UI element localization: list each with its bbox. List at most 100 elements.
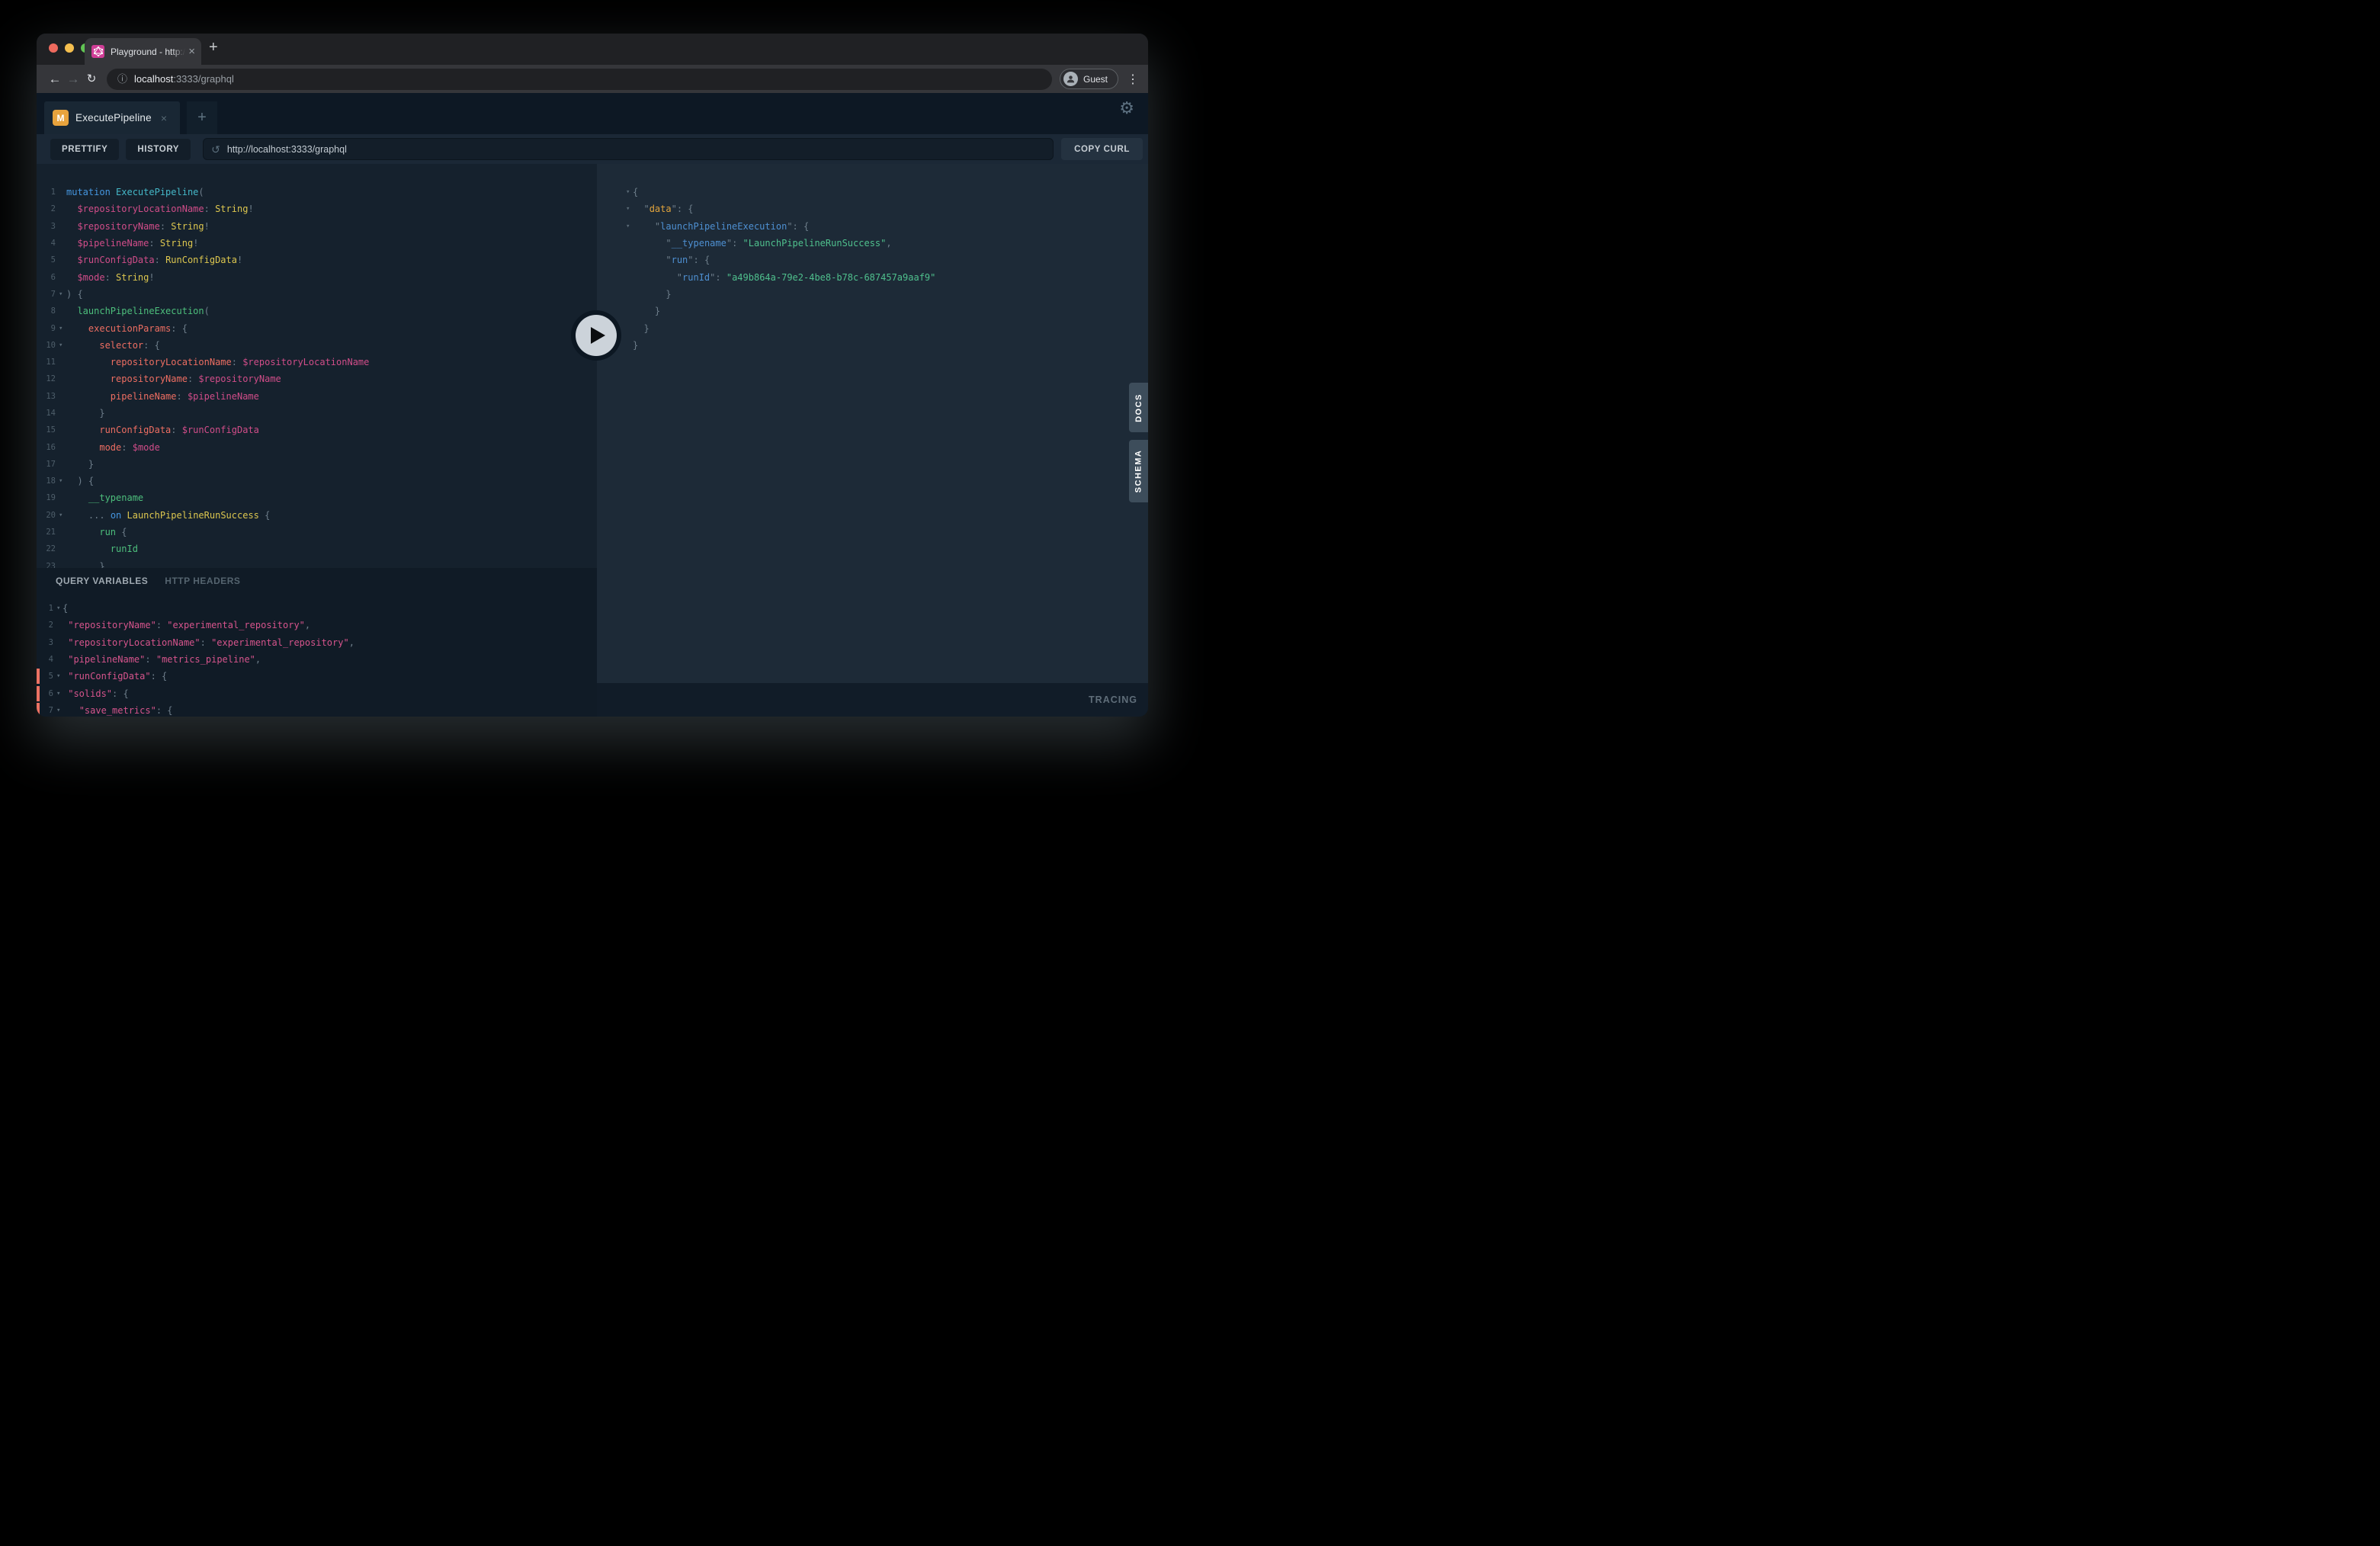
code-text: { xyxy=(63,603,68,614)
response-line: "__typename": "LaunchPipelineRunSuccess"… xyxy=(597,235,1148,252)
tab-query-variables[interactable]: QUERY VARIABLES xyxy=(56,576,148,586)
line-number: 23 xyxy=(37,562,56,568)
query-line: 19 __typename xyxy=(37,489,597,506)
back-icon[interactable]: ← xyxy=(46,72,64,85)
line-number: 1 xyxy=(37,188,56,197)
browser-tab[interactable]: Playground - http://localhost:3 × xyxy=(85,38,201,65)
fold-arrow-icon[interactable]: ▾ xyxy=(56,512,66,519)
address-url: localhost:3333/graphql xyxy=(134,73,234,85)
query-line: 14 } xyxy=(37,405,597,422)
docs-side-tab[interactable]: DOCS xyxy=(1129,383,1148,432)
query-editor[interactable]: 1mutation ExecutePipeline(2 $repositoryL… xyxy=(37,164,597,568)
code-text: mode: $mode xyxy=(66,442,160,453)
browser-menu-icon[interactable]: ⋮ xyxy=(1127,72,1139,87)
minimize-window-button[interactable] xyxy=(65,43,74,53)
code-text: } xyxy=(66,408,105,419)
line-number: 18 xyxy=(37,476,56,486)
variables-line: 5▾ "runConfigData": { xyxy=(37,668,597,685)
line-number: 22 xyxy=(37,544,56,553)
line-number: 19 xyxy=(37,493,56,502)
query-line: 17 } xyxy=(37,456,597,473)
query-line: 15 runConfigData: $runConfigData xyxy=(37,422,597,438)
prettify-button[interactable]: PRETTIFY xyxy=(50,139,119,160)
address-bar[interactable]: ⓘ localhost:3333/graphql xyxy=(107,69,1052,90)
fold-arrow-icon[interactable]: ▾ xyxy=(53,672,63,680)
code-text: __typename xyxy=(66,492,143,503)
browser-tab-strip: Playground - http://localhost:3 × + xyxy=(37,34,1148,65)
line-number: 12 xyxy=(37,374,56,383)
new-browser-tab-button[interactable]: + xyxy=(209,40,218,55)
code-text: "solids": { xyxy=(63,688,129,699)
code-text: "pipelineName": "metrics_pipeline", xyxy=(63,654,261,665)
query-line: 7▾) { xyxy=(37,286,597,303)
schema-side-tab[interactable]: SCHEMA xyxy=(1129,440,1148,502)
line-number: 4 xyxy=(37,239,56,248)
line-number: 15 xyxy=(37,425,56,435)
session-tab-close-icon[interactable]: × xyxy=(161,112,167,124)
session-tab-title: ExecutePipeline xyxy=(75,112,152,123)
settings-gear-icon[interactable]: ⚙ xyxy=(1119,100,1134,117)
response-line: } xyxy=(597,303,1148,319)
line-number: 3 xyxy=(37,222,56,231)
response-line: ▾{ xyxy=(597,184,1148,200)
session-tab-executepipeline[interactable]: M ExecutePipeline × xyxy=(44,101,180,134)
variables-line: 6▾ "solids": { xyxy=(37,685,597,701)
fold-arrow-icon[interactable]: ▾ xyxy=(626,205,633,213)
line-number: 8 xyxy=(37,306,56,316)
query-line: 21 run { xyxy=(37,524,597,540)
browser-toolbar: ← → ↻ ⓘ localhost:3333/graphql Guest ⋮ xyxy=(37,65,1148,93)
code-text: } xyxy=(633,323,650,334)
code-text: } xyxy=(66,561,105,568)
query-line: 11 repositoryLocationName: $repositoryLo… xyxy=(37,354,597,370)
fold-arrow-icon[interactable]: ▾ xyxy=(56,477,66,485)
query-line: 10▾ selector: { xyxy=(37,337,597,354)
line-number: 4 xyxy=(40,655,53,664)
mutation-badge: M xyxy=(53,110,69,126)
code-text: executionParams: { xyxy=(66,323,188,334)
endpoint-input[interactable]: ↺ http://localhost:3333/graphql xyxy=(203,138,1054,160)
history-button[interactable]: HISTORY xyxy=(126,139,191,160)
query-line: 2 $repositoryLocationName: String! xyxy=(37,200,597,217)
reload-icon[interactable]: ↻ xyxy=(82,73,101,85)
query-line: 20▾ ... on LaunchPipelineRunSuccess { xyxy=(37,507,597,524)
site-info-icon[interactable]: ⓘ xyxy=(117,74,127,84)
copy-curl-button[interactable]: COPY CURL xyxy=(1061,138,1143,160)
tracing-bar[interactable]: TRACING xyxy=(597,683,1148,717)
query-line: 5 $runConfigData: RunConfigData! xyxy=(37,252,597,268)
code-text: "__typename": "LaunchPipelineRunSuccess"… xyxy=(633,238,892,249)
fold-arrow-icon[interactable]: ▾ xyxy=(53,690,63,698)
line-number: 17 xyxy=(37,460,56,469)
query-line: 9▾ executionParams: { xyxy=(37,319,597,336)
code-text: pipelineName: $pipelineName xyxy=(66,391,259,402)
line-number: 2 xyxy=(40,621,53,630)
response-line: "run": { xyxy=(597,252,1148,268)
session-toolbar: PRETTIFY HISTORY ↺ http://localhost:3333… xyxy=(37,134,1148,164)
browser-window: Playground - http://localhost:3 × + ← → … xyxy=(37,34,1148,717)
execute-query-button[interactable] xyxy=(571,310,621,361)
variables-editor[interactable]: 1▾{2 "repositoryName": "experimental_rep… xyxy=(37,600,597,717)
response-line: ▾ "data": { xyxy=(597,200,1148,217)
fold-arrow-icon[interactable]: ▾ xyxy=(56,342,66,349)
close-window-button[interactable] xyxy=(49,43,58,53)
fold-arrow-icon[interactable]: ▾ xyxy=(53,707,63,714)
fold-arrow-icon[interactable]: ▾ xyxy=(56,290,66,298)
fold-arrow-icon[interactable]: ▾ xyxy=(626,188,633,196)
new-session-button[interactable]: + xyxy=(187,101,217,134)
browser-tab-close-icon[interactable]: × xyxy=(188,46,195,57)
fold-arrow-icon[interactable]: ▾ xyxy=(56,325,66,332)
code-text: ... on LaunchPipelineRunSuccess { xyxy=(66,510,270,521)
line-number: 1 xyxy=(40,604,53,613)
code-text: launchPipelineExecution( xyxy=(66,306,210,316)
forward-icon[interactable]: → xyxy=(64,72,82,85)
code-text: runConfigData: $runConfigData xyxy=(66,425,259,435)
profile-button[interactable]: Guest xyxy=(1060,69,1118,89)
response-line: } xyxy=(597,337,1148,354)
window-controls xyxy=(49,43,90,53)
query-line: 13 pipelineName: $pipelineName xyxy=(37,388,597,405)
session-tab-bar: M ExecutePipeline × + ⚙ xyxy=(37,93,1148,134)
fold-arrow-icon[interactable]: ▾ xyxy=(53,605,63,612)
tab-http-headers[interactable]: HTTP HEADERS xyxy=(165,576,240,586)
line-number: 10 xyxy=(37,341,56,350)
fold-arrow-icon[interactable]: ▾ xyxy=(626,223,633,230)
endpoint-reload-icon[interactable]: ↺ xyxy=(211,144,220,155)
